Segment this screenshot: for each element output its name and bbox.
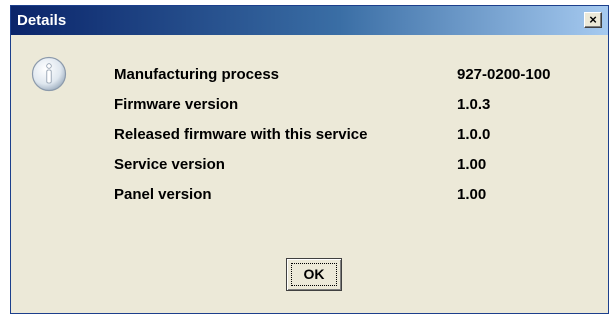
detail-label: Panel version: [114, 186, 212, 203]
detail-value: 1.00: [457, 186, 487, 203]
detail-label: Firmware version: [114, 96, 239, 113]
ok-button[interactable]: OK: [286, 258, 342, 291]
detail-value: 1.00: [457, 156, 487, 173]
details-dialog: Details × Manufacturing process 927-0200…: [10, 5, 609, 314]
close-button[interactable]: ×: [584, 12, 602, 28]
info-icon: [31, 56, 67, 92]
detail-label: Released firmware with this service: [114, 126, 368, 143]
detail-label: Service version: [114, 156, 225, 173]
window-title: Details: [17, 12, 67, 29]
detail-value: 1.0.3: [457, 96, 491, 113]
focus-indicator: [291, 263, 337, 286]
title-bar[interactable]: Details ×: [11, 6, 608, 35]
detail-value: 927-0200-100: [457, 66, 551, 83]
detail-label: Manufacturing process: [114, 66, 280, 83]
detail-value: 1.0.0: [457, 126, 491, 143]
